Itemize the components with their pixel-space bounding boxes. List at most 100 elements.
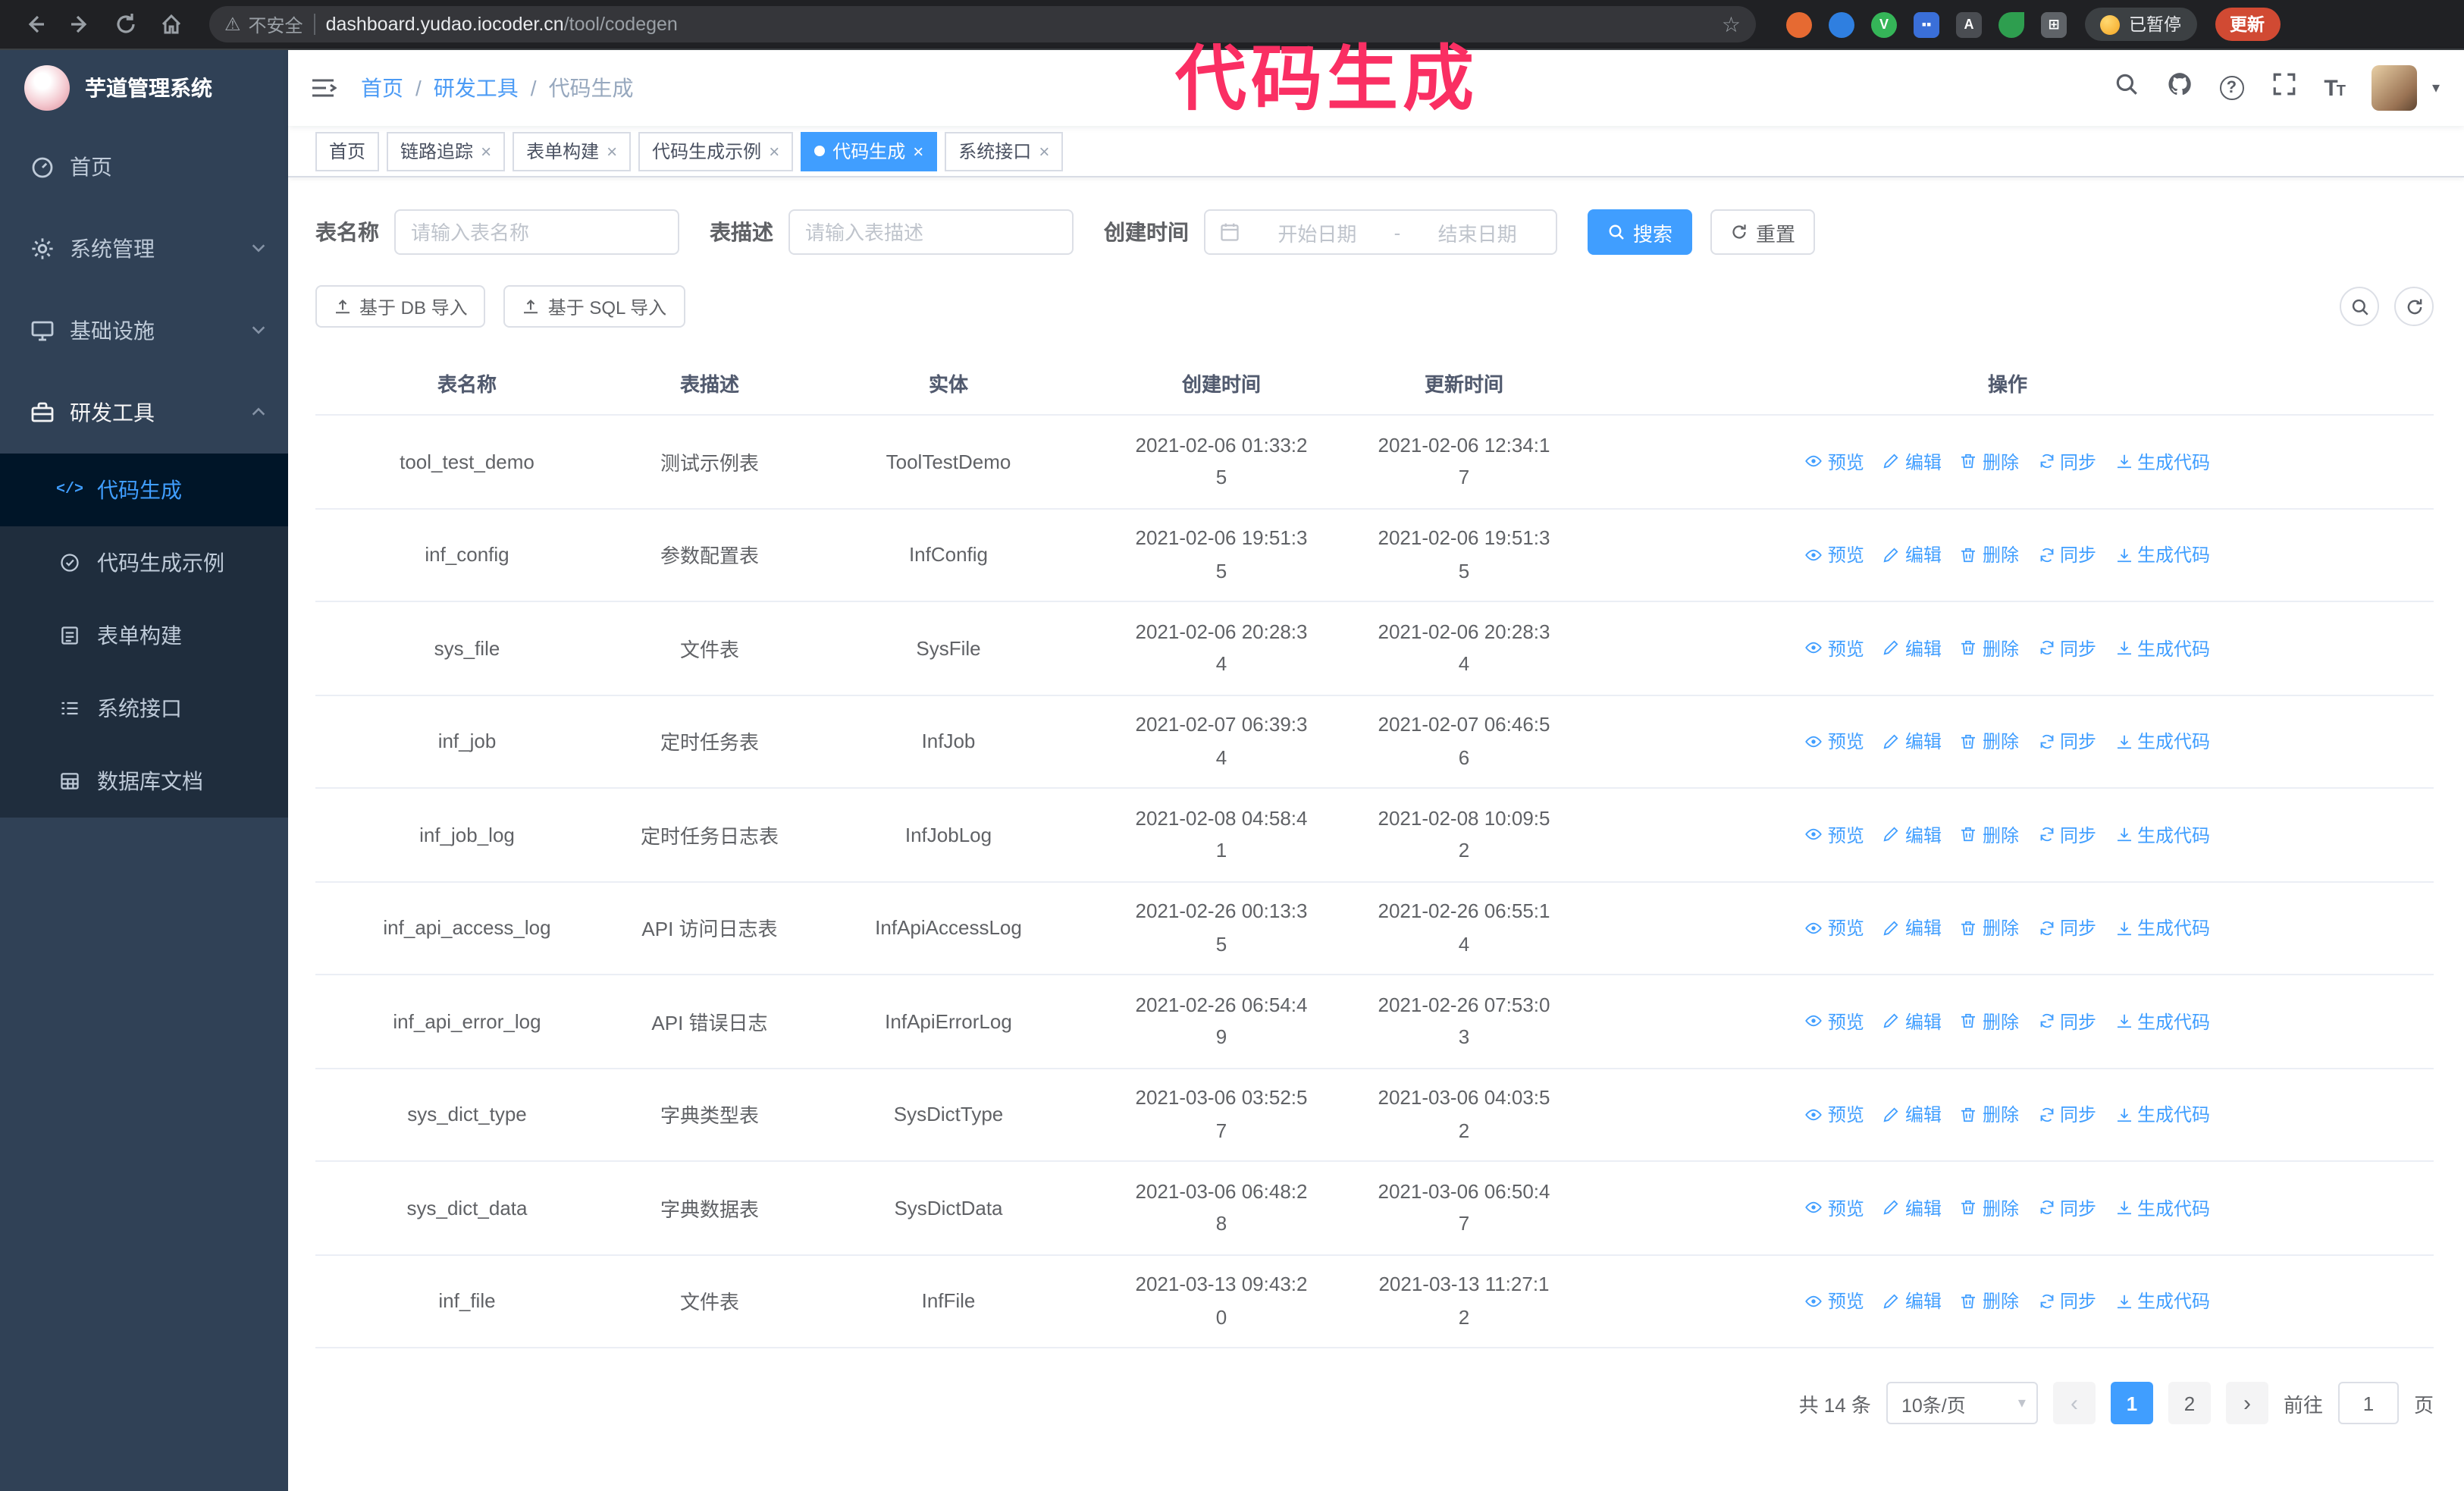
edit-link[interactable]: 编辑	[1882, 1195, 1942, 1221]
address-bar[interactable]: ⚠ 不安全 dashboard.yudao.iocoder.cn/tool/co…	[209, 6, 1756, 42]
sync-link[interactable]: 同步	[2037, 1289, 2096, 1314]
sidebar-item-codegen[interactable]: </> 代码生成	[0, 454, 288, 526]
date-range-picker[interactable]: 开始日期 - 结束日期	[1204, 209, 1557, 255]
tab-trace[interactable]: 链路追踪 ×	[387, 131, 506, 171]
fullscreen-icon[interactable]	[2271, 71, 2296, 105]
close-icon[interactable]: ×	[769, 142, 779, 160]
close-icon[interactable]: ×	[607, 142, 617, 160]
preview-link[interactable]: 预览	[1805, 449, 1864, 475]
sidebar-item-home[interactable]: 首页	[0, 126, 288, 208]
generate-code-link[interactable]: 生成代码	[2114, 915, 2210, 941]
caret-down-icon[interactable]: ▾	[2432, 80, 2440, 96]
tab-form-builder[interactable]: 表单构建 ×	[513, 131, 632, 171]
generate-code-link[interactable]: 生成代码	[2114, 1289, 2210, 1314]
preview-link[interactable]: 预览	[1805, 1102, 1864, 1128]
sidebar-item-db-doc[interactable]: 数据库文档	[0, 745, 288, 818]
search-button[interactable]: 搜索	[1588, 209, 1693, 255]
edit-link[interactable]: 编辑	[1882, 1009, 1942, 1034]
page-button-2[interactable]: 2	[2168, 1382, 2211, 1424]
extension-icon-2[interactable]	[1829, 11, 1854, 37]
close-icon[interactable]: ×	[1039, 142, 1049, 160]
preview-link[interactable]: 预览	[1805, 915, 1864, 941]
sync-link[interactable]: 同步	[2037, 1195, 2096, 1221]
sync-link[interactable]: 同步	[2037, 1009, 2096, 1034]
search-icon[interactable]	[2113, 71, 2139, 105]
breadcrumb-devtools[interactable]: 研发工具	[434, 73, 519, 103]
delete-link[interactable]: 删除	[1960, 449, 2019, 475]
bookmark-star-icon[interactable]: ☆	[1722, 11, 1741, 37]
delete-link[interactable]: 删除	[1960, 1289, 2019, 1314]
delete-link[interactable]: 删除	[1960, 1195, 2019, 1221]
tab-codegen[interactable]: 代码生成 ×	[801, 131, 938, 171]
goto-page-input[interactable]	[2337, 1382, 2399, 1424]
sync-link[interactable]: 同步	[2037, 1102, 2096, 1128]
tab-api[interactable]: 系统接口 ×	[945, 131, 1064, 171]
preview-link[interactable]: 预览	[1805, 729, 1864, 755]
reload-icon[interactable]	[106, 5, 146, 44]
breadcrumb-home[interactable]: 首页	[361, 73, 403, 103]
refresh-table-button[interactable]	[2394, 287, 2434, 326]
generate-code-link[interactable]: 生成代码	[2114, 636, 2210, 661]
preview-link[interactable]: 预览	[1805, 1289, 1864, 1314]
sidebar-item-infrastructure[interactable]: 基础设施	[0, 290, 288, 372]
delete-link[interactable]: 删除	[1960, 729, 2019, 755]
delete-link[interactable]: 删除	[1960, 636, 2019, 661]
edit-link[interactable]: 编辑	[1882, 1289, 1942, 1314]
sync-link[interactable]: 同步	[2037, 636, 2096, 661]
extension-icon-4[interactable]: ▪▪	[1914, 11, 1939, 37]
github-icon[interactable]	[2166, 71, 2192, 105]
preview-link[interactable]: 预览	[1805, 636, 1864, 661]
preview-link[interactable]: 预览	[1805, 1195, 1864, 1221]
generate-code-link[interactable]: 生成代码	[2114, 729, 2210, 755]
page-size-select[interactable]: 10条/页 ▾	[1886, 1382, 2038, 1424]
sidebar-item-codegen-example[interactable]: 代码生成示例	[0, 526, 288, 599]
sidebar-item-system[interactable]: 系统管理	[0, 208, 288, 290]
close-icon[interactable]: ×	[913, 142, 923, 160]
delete-link[interactable]: 删除	[1960, 1009, 2019, 1034]
delete-link[interactable]: 删除	[1960, 915, 2019, 941]
page-button-1[interactable]: 1	[2110, 1382, 2153, 1424]
generate-code-link[interactable]: 生成代码	[2114, 822, 2210, 848]
sync-link[interactable]: 同步	[2037, 542, 2096, 568]
home-icon[interactable]	[152, 5, 191, 44]
edit-link[interactable]: 编辑	[1882, 449, 1942, 475]
forward-icon[interactable]	[61, 5, 100, 44]
sidebar-item-api[interactable]: 系统接口	[0, 672, 288, 745]
back-icon[interactable]	[15, 5, 55, 44]
help-icon[interactable]: ?	[2219, 76, 2244, 100]
security-chip[interactable]: ⚠ 不安全	[224, 11, 303, 37]
toggle-search-button[interactable]	[2340, 287, 2379, 326]
hamburger-icon[interactable]	[309, 74, 337, 102]
extension-icon-5[interactable]: A	[1956, 11, 1982, 37]
sync-link[interactable]: 同步	[2037, 449, 2096, 475]
tab-codegen-example[interactable]: 代码生成示例 ×	[638, 131, 794, 171]
import-sql-button[interactable]: 基于 SQL 导入	[503, 285, 685, 328]
delete-link[interactable]: 删除	[1960, 542, 2019, 568]
font-size-icon[interactable]: TT	[2324, 75, 2346, 101]
logo[interactable]: 芋道管理系统	[0, 50, 288, 126]
edit-link[interactable]: 编辑	[1882, 542, 1942, 568]
tab-home[interactable]: 首页	[315, 131, 380, 171]
avatar[interactable]	[2371, 65, 2417, 111]
import-db-button[interactable]: 基于 DB 导入	[315, 285, 486, 328]
table-name-input[interactable]	[394, 209, 679, 255]
edit-link[interactable]: 编辑	[1882, 822, 1942, 848]
sidebar-item-devtools[interactable]: 研发工具	[0, 372, 288, 454]
extension-icon-6[interactable]	[1998, 11, 2024, 37]
preview-link[interactable]: 预览	[1805, 1009, 1864, 1034]
edit-link[interactable]: 编辑	[1882, 915, 1942, 941]
sidebar-item-form-builder[interactable]: 表单构建	[0, 599, 288, 672]
edit-link[interactable]: 编辑	[1882, 636, 1942, 661]
sync-link[interactable]: 同步	[2037, 729, 2096, 755]
next-page-button[interactable]: ›	[2225, 1382, 2268, 1424]
close-icon[interactable]: ×	[481, 142, 491, 160]
generate-code-link[interactable]: 生成代码	[2114, 1102, 2210, 1128]
generate-code-link[interactable]: 生成代码	[2114, 1009, 2210, 1034]
generate-code-link[interactable]: 生成代码	[2114, 449, 2210, 475]
edit-link[interactable]: 编辑	[1882, 1102, 1942, 1128]
generate-code-link[interactable]: 生成代码	[2114, 1195, 2210, 1221]
preview-link[interactable]: 预览	[1805, 542, 1864, 568]
extension-icon-3[interactable]: V	[1871, 11, 1897, 37]
paused-badge[interactable]: 已暂停	[2085, 8, 2196, 41]
prev-page-button[interactable]: ‹	[2052, 1382, 2096, 1424]
